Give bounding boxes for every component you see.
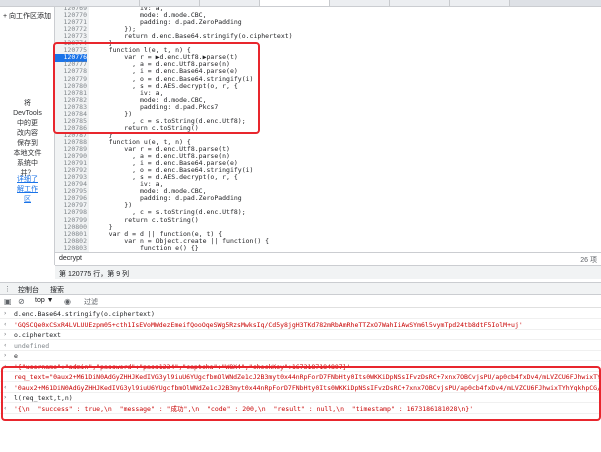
workspace-message-line: 系统中 <box>17 160 38 167</box>
console-message-text: 'GQSCQe0xCSxR4LVLUUEzpm05+cth1IsEVoMWdez… <box>14 320 523 329</box>
output-arrow-icon: ‹ <box>4 341 7 349</box>
console-message[interactable]: › d.enc.Base64.stringify(o.ciphertext) <box>0 309 601 319</box>
console-message-text: o.ciphertext <box>14 331 61 339</box>
workspace-message-line: 保存到 <box>17 140 38 147</box>
input-arrow-icon: › <box>4 310 7 317</box>
editor-status-bar: 第 120775 行，第 9 列 <box>55 265 601 279</box>
context-selector[interactable]: top ▼ <box>35 297 54 304</box>
more-menu-icon[interactable]: ⋮ <box>4 285 11 293</box>
workspace-message: 将 DevTools 中的更 改内容 保存到 本地文件 系统中 并？ <box>0 99 55 179</box>
browser-tab[interactable] <box>200 0 260 6</box>
console-message[interactable]: ‹ '{"username":"admin","password":"pass12… <box>0 362 601 372</box>
find-count: 26 项 <box>580 257 597 264</box>
sources-navigator: + 向工作区添加 将 DevTools 中的更 改内容 保存到 本地文件 系统中 并？ 详细了… <box>0 7 55 265</box>
workspace-message-line: 将 <box>24 100 31 107</box>
console-message-text: l(req_text,t,n) <box>14 394 73 402</box>
workspace-message-line: 中的更 <box>17 120 38 127</box>
input-arrow-icon: › <box>4 331 7 338</box>
browser-tab[interactable] <box>80 0 140 6</box>
browser-tab[interactable] <box>330 0 390 6</box>
input-arrow-icon: › <box>4 394 7 401</box>
filter-input[interactable]: 过滤 <box>84 297 98 307</box>
browser-tab-strip <box>0 0 601 7</box>
browser-tab[interactable] <box>140 0 200 6</box>
workspace-message-line: DevTools <box>13 110 42 117</box>
console-message-text: d.enc.Base64.stringify(o.ciphertext) <box>14 310 155 318</box>
sidebar-toggle-icon[interactable]: ▣ <box>4 297 12 306</box>
console-message-text: '0aux2+M61DiN0AdGyZHHJKedIVG3yl9iuU6YUgc… <box>14 383 601 392</box>
console-message[interactable]: ‹ undefined <box>0 341 601 351</box>
workspace-message-line: 本地文件 <box>13 150 42 157</box>
output-arrow-icon: ‹ <box>4 383 7 391</box>
add-folder-to-workspace[interactable]: + 向工作区添加 <box>3 11 51 21</box>
tab-search[interactable]: 搜索 <box>50 285 64 295</box>
output-arrow-icon: ‹ <box>4 362 7 370</box>
console-toolbar: ▣ ⊘ top ▼ ◉ 过滤 <box>0 295 601 308</box>
console-message-text: undefined <box>14 341 50 350</box>
workspace-message-line: 改内容 <box>17 130 38 137</box>
drawer-tab-bar: ⋮ 控制台 搜索 <box>0 282 601 295</box>
console-message[interactable]: ‹ '{\n "success" : true,\n "message" : "成… <box>0 404 601 414</box>
console-message[interactable]: ‹ '0aux2+M61DiN0AdGyZHHJKedIVG3yl9iuU6YUg… <box>0 383 601 393</box>
console-message[interactable]: req_text="0aux2+M61DiN0AdGyZHHJKedIVG3yl… <box>0 372 601 382</box>
find-input[interactable]: decrypt <box>59 255 82 262</box>
eye-icon[interactable]: ◉ <box>64 297 71 306</box>
output-arrow-icon: ‹ <box>4 404 7 412</box>
code-editor[interactable]: 120769 iv: a, 120770 mode: d.mode.CBC, 120… <box>55 7 601 252</box>
learn-workspace-link-line[interactable]: 详细了 <box>0 175 55 185</box>
tab-console[interactable]: 控制台 <box>18 285 39 295</box>
learn-workspace-link-line[interactable]: 区 <box>0 195 55 205</box>
console-message[interactable]: › e <box>0 351 601 361</box>
clear-console-icon[interactable]: ⊘ <box>18 297 25 306</box>
browser-tab-active[interactable] <box>260 0 330 6</box>
find-bar: decrypt 26 项 <box>55 252 601 265</box>
console-message-text: req_text="0aux2+M61DiN0AdGyZHHJKedIVG3yl… <box>14 373 601 381</box>
console-message[interactable]: › l(req_text,t,n) <box>0 393 601 403</box>
learn-workspace-link[interactable]: 详细了 解工作区 <box>0 175 55 205</box>
console-message-text: '{"username":"admin","password":"pass123… <box>14 362 351 371</box>
browser-tab[interactable] <box>390 0 450 6</box>
cursor-position: 第 120775 行，第 9 列 <box>59 271 130 278</box>
learn-workspace-link-line[interactable]: 解工作 <box>0 185 55 195</box>
input-arrow-icon: › <box>4 352 7 359</box>
console-message[interactable]: ‹ 'GQSCQe0xCSxR4LVLUUEzpm05+cth1IsEVoMWde… <box>0 320 601 330</box>
output-arrow-icon: ‹ <box>4 320 7 328</box>
browser-tab[interactable] <box>450 0 510 6</box>
console-message[interactable]: › o.ciphertext <box>0 330 601 340</box>
console-message-text: e <box>14 352 18 360</box>
console-message-text: '{\n "success" : true,\n "message" : "成功… <box>14 404 474 413</box>
